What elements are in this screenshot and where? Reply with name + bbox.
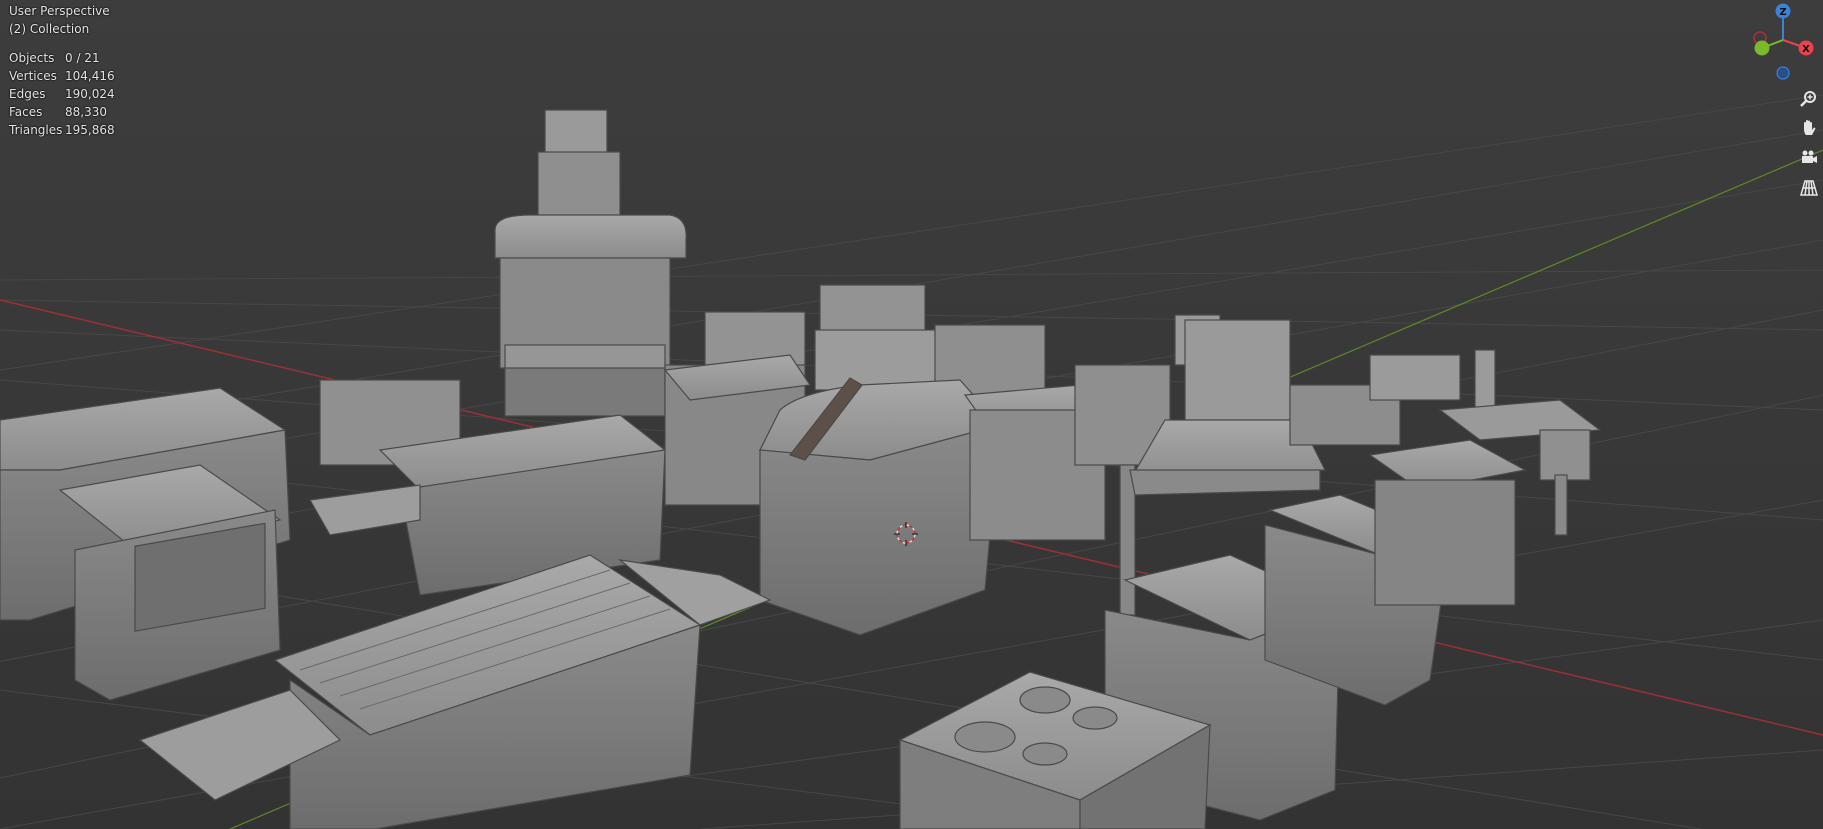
gizmo-y[interactable] [1754, 40, 1770, 56]
stat-row: Edges 190,024 [9, 85, 115, 103]
stat-label: Edges [9, 87, 46, 101]
stat-label: Vertices [9, 69, 57, 83]
stat-value: 195,868 [65, 123, 115, 137]
stat-label: Faces [9, 105, 43, 119]
stat-row: Triangles 195,868 [9, 121, 115, 139]
scene-statistics: Objects 0 / 21 Vertices 104,416 Edges 190,0… [9, 49, 115, 139]
view-name: User Perspective [9, 4, 110, 18]
zoom-button[interactable] [1796, 86, 1822, 112]
zoom-icon [1800, 91, 1816, 107]
stat-row: Vertices 104,416 [9, 67, 115, 85]
camera-view-button[interactable] [1796, 145, 1822, 171]
camera-icon [1802, 150, 1817, 163]
hand-icon [1804, 120, 1816, 135]
gizmo-z-label: Z [1779, 7, 1786, 18]
stat-row: Objects 0 / 21 [9, 49, 115, 67]
gizmo-neg-z[interactable] [1776, 66, 1790, 80]
stat-row: Faces 88,330 [9, 103, 115, 121]
stat-label: Triangles [9, 123, 63, 137]
perspective-toggle-button[interactable] [1796, 175, 1822, 201]
navigation-gizmo[interactable]: Z X [1743, 0, 1823, 90]
stat-value: 104,416 [65, 69, 115, 83]
stat-label: Objects [9, 51, 55, 65]
grid-icon [1800, 180, 1818, 196]
collection-name: (2) Collection [9, 22, 90, 36]
stat-value: 88,330 [65, 105, 107, 119]
viewport-info: User Perspective (2) Collection Objects 0… [9, 2, 115, 139]
stat-value: 0 / 21 [65, 51, 100, 65]
stat-value: 190,024 [65, 87, 115, 101]
pan-button[interactable] [1796, 115, 1822, 141]
3d-viewport[interactable] [0, 0, 1823, 829]
gizmo-x-label: X [1802, 44, 1810, 55]
